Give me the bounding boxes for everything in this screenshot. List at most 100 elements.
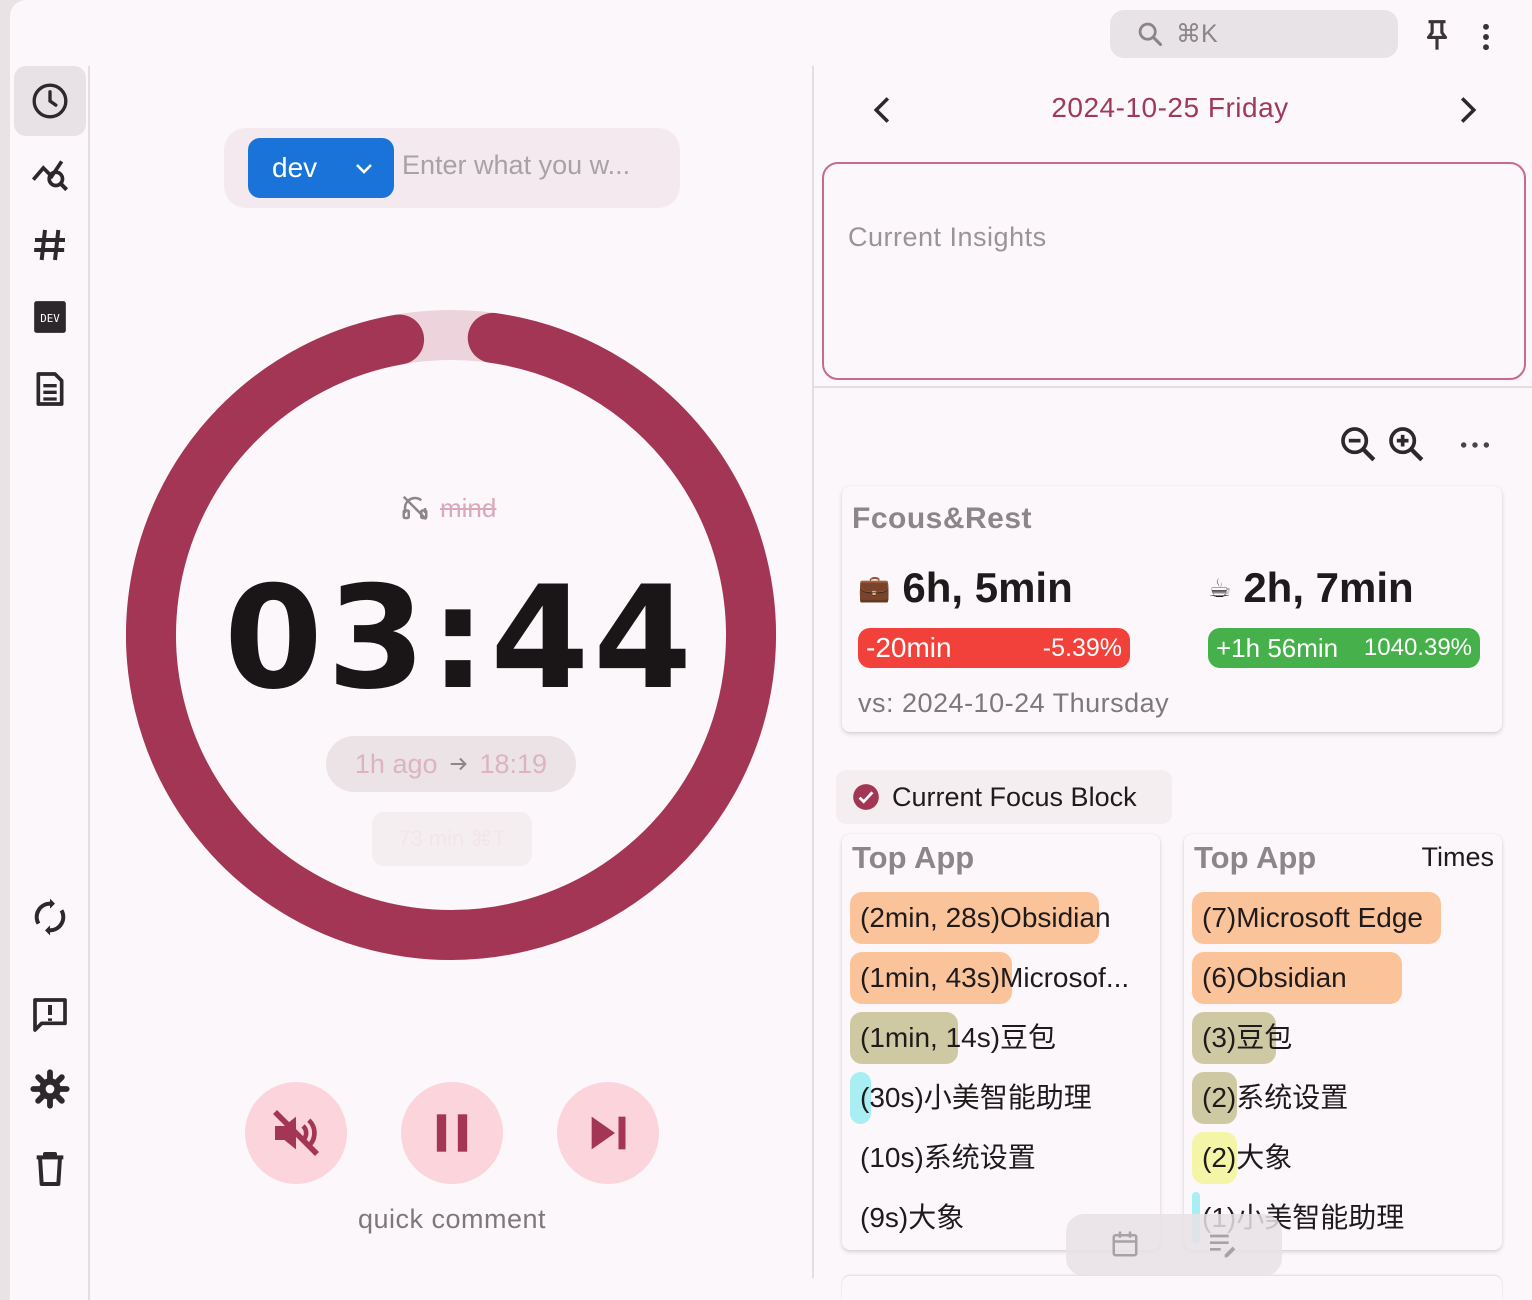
- sidebar-item-timer[interactable]: [14, 66, 86, 136]
- app-list-item[interactable]: (2)系统设置: [1192, 1072, 1348, 1124]
- app-list-item[interactable]: (2min, 28s)Obsidian: [850, 892, 1111, 944]
- current-date[interactable]: 2024-10-25 Friday: [1000, 92, 1340, 124]
- app-list-item[interactable]: (2)大象: [1192, 1132, 1292, 1184]
- insights-input[interactable]: Current Insights: [822, 162, 1526, 380]
- focus-delta: -20min: [866, 632, 952, 663]
- app-label: (30s)小美智能助理: [860, 1082, 1092, 1113]
- app-label: (6)Obsidian: [1202, 962, 1347, 993]
- sidebar-item-notes[interactable]: [14, 354, 86, 424]
- search-icon: [1138, 22, 1163, 47]
- next-card: [842, 1276, 1502, 1300]
- rest-value: 2h, 7min: [1243, 564, 1414, 611]
- focus-block-label: Current Focus Block: [892, 781, 1137, 812]
- chevron-right-icon[interactable]: [1454, 92, 1482, 128]
- sidebar-item-dev[interactable]: DEV: [14, 282, 86, 352]
- dev-icon: DEV: [34, 301, 66, 333]
- app-window: ⌘K DEV dev Enter what you w... mind 03:4…: [10, 0, 1532, 1300]
- sidebar-item-settings[interactable]: [14, 1054, 86, 1124]
- end-time: 18:19: [479, 748, 548, 779]
- compare-date: vs: 2024-10-24 Thursday: [858, 688, 1170, 718]
- arrow-right-icon: [450, 757, 467, 771]
- app-label: (1min, 43s)Microsof...: [860, 962, 1130, 993]
- task-bar: dev: [224, 128, 680, 208]
- search-box[interactable]: ⌘K: [1110, 10, 1398, 58]
- skip-button[interactable]: [557, 1082, 659, 1184]
- tag-dropdown-value: dev: [272, 152, 318, 183]
- hashtag-icon: [34, 229, 65, 261]
- edit-note-icon[interactable]: [1206, 1228, 1238, 1260]
- rest-delta: +1h 56min: [1216, 632, 1339, 663]
- sync-icon: [34, 898, 66, 936]
- coffee-icon: ☕: [1208, 572, 1232, 603]
- sidebar-item-sync[interactable]: [14, 882, 86, 952]
- rest-delta-pct: 1040.39%: [1363, 634, 1472, 661]
- trash-icon: [36, 1152, 64, 1186]
- rest-delta-badge: +1h 56min 1040.39%: [1208, 628, 1480, 668]
- timer-display: 03:44: [224, 556, 697, 721]
- start-time-chip[interactable]: 1h ago 18:19: [326, 736, 576, 792]
- app-label: (10s)系统设置: [860, 1142, 1036, 1173]
- app-list-item[interactable]: (10s)系统设置: [850, 1132, 1036, 1184]
- calendar-icon[interactable]: [1110, 1228, 1140, 1260]
- app-label: (1min, 14s)豆包: [860, 1022, 1057, 1053]
- gear-icon: [30, 1069, 70, 1109]
- chevron-down-icon: [356, 164, 372, 174]
- analytics-icon: [31, 160, 69, 192]
- app-list-item[interactable]: (1min, 43s)Microsof...: [850, 952, 1129, 1004]
- more-horizontal-icon[interactable]: [1458, 430, 1492, 460]
- focus-delta-badge: -20min -5.39%: [858, 628, 1130, 668]
- app-list-item[interactable]: (1min, 14s)豆包: [850, 1012, 1056, 1064]
- volume-off-icon: [273, 1110, 319, 1156]
- duration-chip[interactable]: 73 min ⌘T: [372, 812, 532, 866]
- focus-value: 6h, 5min: [902, 564, 1073, 611]
- app-list-item[interactable]: (6)Obsidian: [1192, 952, 1402, 1004]
- start-ago: 1h ago: [354, 748, 438, 779]
- top-app-title: Top App: [852, 840, 975, 875]
- app-label: (2)系统设置: [1202, 1082, 1349, 1113]
- insights-placeholder: Current Insights: [848, 222, 1047, 252]
- feedback-icon: [33, 998, 67, 1032]
- pause-button[interactable]: [401, 1082, 503, 1184]
- app-list-item[interactable]: (7)Microsoft Edge: [1192, 892, 1441, 944]
- rest-total: ☕ 2h, 7min: [1208, 564, 1414, 612]
- pause-icon: [436, 1114, 468, 1152]
- sidebar-item-tags[interactable]: [14, 210, 86, 280]
- focus-delta-pct: -5.39%: [1042, 633, 1122, 662]
- focus-total: 💼 6h, 5min: [858, 564, 1073, 612]
- pane-divider: [812, 66, 814, 1278]
- zoom-in-icon[interactable]: [1386, 424, 1426, 464]
- app-label: (2)大象: [1202, 1142, 1293, 1173]
- times-label: Times: [1421, 842, 1495, 872]
- app-label: (2min, 28s)Obsidian: [860, 902, 1111, 933]
- clock-icon: [32, 83, 68, 119]
- headphones-off-icon: [402, 495, 428, 521]
- briefcase-icon: 💼: [858, 572, 891, 603]
- app-label: (9s)大象: [860, 1202, 965, 1233]
- sidebar-item-analytics[interactable]: [14, 138, 86, 208]
- svg-text:DEV: DEV: [40, 312, 60, 325]
- chevron-left-icon[interactable]: [868, 92, 896, 128]
- app-list-item[interactable]: (9s)大象: [850, 1192, 964, 1244]
- document-icon: [36, 372, 64, 406]
- sidebar-item-trash[interactable]: [14, 1134, 86, 1204]
- top-app-duration-card: Top App (2min, 28s)Obsidian (1min, 43s)Mi…: [842, 834, 1160, 1250]
- sidebar: DEV: [10, 66, 90, 1300]
- focus-rest-card: Fcous&Rest 💼 6h, 5min ☕ 2h, 7min -20min …: [842, 486, 1502, 732]
- more-vertical-icon[interactable]: [1472, 20, 1500, 54]
- task-input[interactable]: [402, 150, 670, 181]
- sidebar-item-feedback[interactable]: [14, 980, 86, 1050]
- mind-mode-toggle[interactable]: mind: [400, 490, 560, 526]
- current-focus-block-toggle[interactable]: Current Focus Block: [836, 770, 1172, 824]
- skip-next-icon: [591, 1116, 626, 1150]
- pin-icon[interactable]: [1422, 18, 1452, 52]
- bottom-dock: [1066, 1214, 1282, 1276]
- app-list-item[interactable]: (3)豆包: [1192, 1012, 1292, 1064]
- app-label: (7)Microsoft Edge: [1202, 902, 1423, 933]
- mute-button[interactable]: [245, 1082, 347, 1184]
- tag-dropdown[interactable]: dev: [248, 138, 394, 198]
- app-list-item[interactable]: (30s)小美智能助理: [850, 1072, 1092, 1124]
- focus-rest-title: Fcous&Rest: [852, 502, 1033, 535]
- zoom-out-icon[interactable]: [1338, 424, 1378, 464]
- quick-comment-link[interactable]: quick comment: [300, 1204, 604, 1235]
- section-divider: [814, 386, 1532, 388]
